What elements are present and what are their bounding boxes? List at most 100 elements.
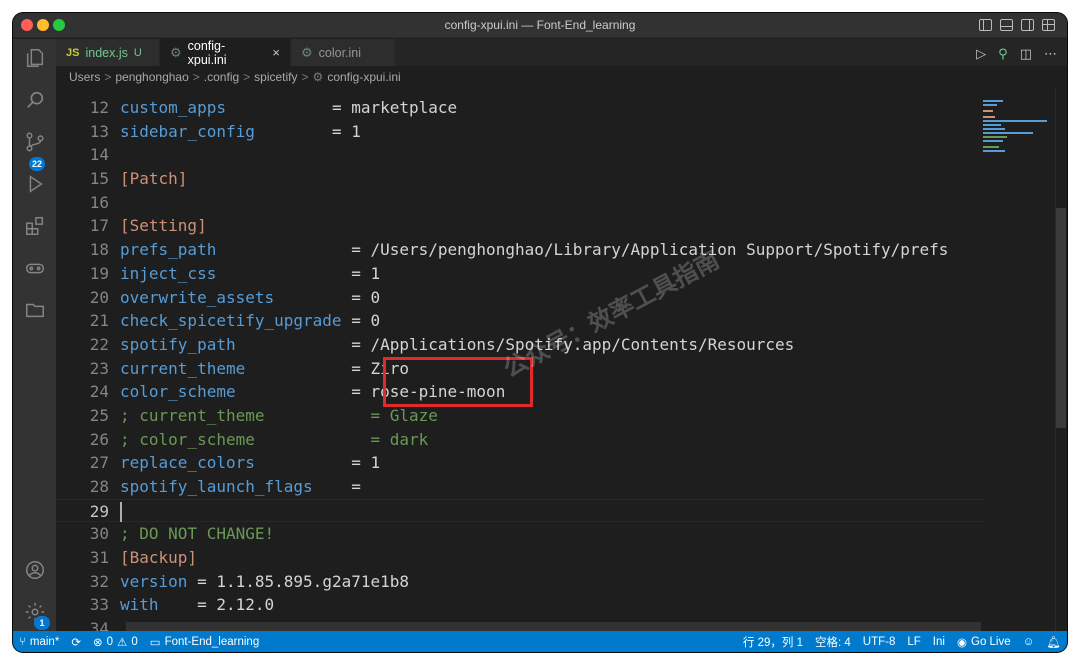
toggle-primary-sidebar-icon[interactable]: [979, 19, 992, 31]
feedback-button[interactable]: ☺: [1017, 634, 1041, 650]
settings-file-icon: ⚙: [301, 44, 313, 60]
search-icon[interactable]: [24, 89, 46, 111]
scrollbar-thumb[interactable]: [1056, 208, 1066, 428]
tab-label: config-xpui.ini: [187, 38, 227, 67]
code-line[interactable]: 27 replace_colors = 1: [56, 451, 986, 475]
tab-index-js[interactable]: JS index.js U: [56, 39, 160, 66]
go-live-button[interactable]: ◉ Go Live: [951, 634, 1017, 650]
explorer-icon[interactable]: [24, 47, 46, 69]
code-line[interactable]: 16: [56, 191, 986, 215]
ini-value: 1.1.85.895.g2a71e1b8: [206, 571, 410, 591]
indentation[interactable]: 空格: 4: [809, 634, 857, 650]
code-line[interactable]: 19 inject_css = 1: [56, 262, 986, 286]
remote-icon[interactable]: [24, 257, 46, 279]
source-control-icon[interactable]: [24, 131, 46, 153]
equals-sign: =: [351, 311, 361, 331]
minimap[interactable]: [983, 98, 1055, 158]
ini-comment: ; DO NOT CHANGE!: [120, 524, 275, 544]
toggle-panel-icon[interactable]: [1000, 19, 1013, 31]
code-line[interactable]: 21 check_spicetify_upgrade = 0: [56, 309, 986, 333]
scm-badge: 22: [29, 157, 46, 171]
split-editor-icon[interactable]: ◫: [1020, 46, 1032, 62]
run-debug-icon[interactable]: [24, 173, 46, 195]
line-number: 25: [89, 405, 109, 425]
code-line[interactable]: 14: [56, 143, 986, 167]
ini-key: current_theme: [120, 358, 246, 378]
line-number: 34: [89, 619, 109, 631]
problems-indicator[interactable]: ⊗ 0 ⚠ 0: [87, 635, 144, 649]
cursor-position[interactable]: 行 29，列 1: [737, 634, 809, 650]
vertical-scrollbar[interactable]: [1055, 88, 1067, 631]
code-line[interactable]: 32 version = 1.1.85.895.g2a71e1b8: [56, 570, 986, 594]
breadcrumb-item[interactable]: spicetify: [254, 66, 297, 88]
line-number: 20: [89, 287, 109, 307]
folder-name: Font-End_learning: [164, 635, 260, 648]
alignment-space: [159, 595, 198, 614]
close-tab-icon[interactable]: ×: [272, 45, 280, 60]
breadcrumb-item[interactable]: penghonghao: [115, 66, 188, 88]
run-icon[interactable]: ▷: [976, 46, 986, 62]
code-line[interactable]: 18 prefs_path = /Users/penghonghao/Librar…: [56, 238, 986, 262]
alignment-space: [216, 264, 351, 283]
encoding[interactable]: UTF-8: [857, 634, 902, 650]
code-line[interactable]: 29: [56, 498, 986, 523]
equals-sign: =: [331, 98, 342, 117]
ini-comment: ; current_theme = Glaze: [120, 405, 438, 425]
breadcrumb-item[interactable]: Users: [69, 66, 100, 88]
line-number: 27: [89, 453, 109, 473]
ini-key: spotify_launch_flags: [120, 477, 313, 496]
tab-bar: JS index.js U ⚙ config-xpui.ini × ⚙ colo…: [56, 38, 1067, 67]
open-changes-icon[interactable]: ⚲: [998, 46, 1008, 62]
javascript-file-icon: JS: [66, 46, 80, 59]
code-line[interactable]: 15 [Patch]: [56, 167, 986, 191]
code-editor[interactable]: 12 custom_apps = marketplace 13 sidebar_con…: [56, 88, 1067, 631]
line-number: 29: [89, 501, 109, 521]
code-line[interactable]: 25 ; current_theme = Glaze: [56, 404, 986, 428]
alignment-space: [342, 311, 352, 330]
code-line[interactable]: 17 [Setting]: [56, 214, 986, 238]
untracked-indicator: U: [133, 46, 142, 59]
extensions-icon[interactable]: [24, 215, 46, 237]
breadcrumb-item[interactable]: config-xpui.ini: [327, 66, 400, 88]
line-number: 30: [89, 524, 109, 544]
tab-label: index.js: [85, 45, 128, 60]
breadcrumb-item[interactable]: .config: [204, 66, 239, 88]
tab-config-xpui-ini[interactable]: ⚙ config-xpui.ini ×: [160, 38, 291, 67]
activity-bar: 22 1: [13, 39, 56, 631]
code-line[interactable]: 26 ; color_scheme = dark: [56, 428, 986, 452]
ini-value: 1: [341, 121, 361, 141]
notifications-button[interactable]: 🔔︎: [1040, 634, 1067, 650]
account-icon[interactable]: [24, 559, 46, 581]
alignment-space: [187, 572, 197, 591]
ini-value: /Users/penghonghao/Library/Application S…: [360, 240, 949, 260]
breadcrumb-separator: >: [104, 70, 112, 84]
ini-key: color_scheme: [120, 382, 236, 402]
more-actions-icon[interactable]: ⋯: [1044, 46, 1057, 62]
alignment-space: [255, 122, 332, 141]
ini-key: inject_css: [120, 263, 217, 283]
code-line[interactable]: 12 custom_apps = marketplace: [56, 96, 986, 120]
broadcast-icon: ◉: [956, 636, 967, 649]
code-line[interactable]: 30 ; DO NOT CHANGE!: [56, 522, 986, 546]
equals-sign: =: [331, 121, 342, 141]
code-line[interactable]: 13 sidebar_config = 1: [56, 120, 986, 144]
workspace-folder[interactable]: ▭ Font-End_learning: [144, 635, 266, 649]
folder-icon[interactable]: [24, 299, 46, 321]
code-line[interactable]: 33 with = 2.12.0: [56, 593, 986, 617]
sync-button[interactable]: ⟳: [65, 635, 87, 649]
breadcrumb-separator: >: [301, 70, 309, 84]
end-of-line[interactable]: LF: [901, 634, 926, 650]
ini-key: with: [120, 595, 159, 615]
customize-layout-icon[interactable]: [1042, 19, 1055, 31]
equals-sign: =: [351, 382, 361, 402]
branch-indicator[interactable]: ⑂ main*: [13, 636, 65, 648]
line-number: 18: [89, 240, 109, 260]
language-mode[interactable]: Ini: [927, 634, 951, 650]
alignment-space: [255, 453, 351, 472]
horizontal-scrollbar[interactable]: [126, 622, 981, 631]
tab-color-ini[interactable]: ⚙ color.ini: [291, 39, 396, 66]
toggle-secondary-sidebar-icon[interactable]: [1021, 19, 1034, 31]
code-line[interactable]: 28 spotify_launch_flags =: [56, 475, 986, 499]
code-line[interactable]: 31 [Backup]: [56, 546, 986, 570]
code-line[interactable]: 20 overwrite_assets = 0: [56, 286, 986, 310]
